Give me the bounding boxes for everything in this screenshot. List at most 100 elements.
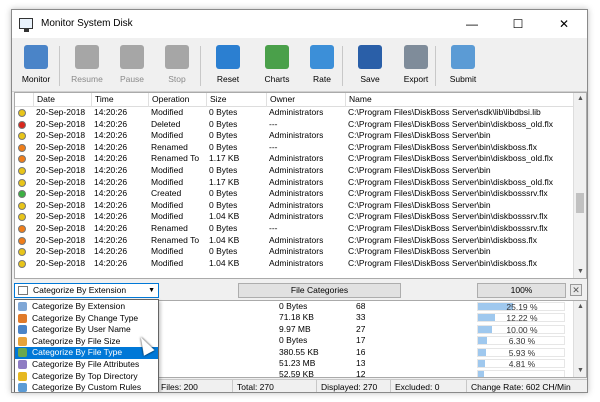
column-header-size[interactable]: Size (207, 93, 267, 107)
charts-button[interactable]: Charts (253, 41, 301, 89)
cell-date: 20-Sep-2018 (36, 246, 86, 257)
column-header-name[interactable]: Name (346, 93, 574, 107)
cell-name: C:\Program Files\DiskBoss Server\bin\dis… (348, 188, 548, 199)
category-option-icon (18, 360, 27, 369)
status-total: Total: 270 (233, 380, 317, 392)
resume-button[interactable]: Resume (63, 41, 111, 89)
title-bar[interactable]: Monitor System Disk — ☐ ✕ (12, 10, 587, 38)
cell-date: 20-Sep-2018 (36, 223, 86, 233)
scroll-thumb[interactable] (576, 193, 584, 213)
scroll-up-arrow-icon[interactable]: ▲ (574, 301, 586, 313)
cell-time: 14:20:26 (94, 176, 128, 187)
dropdown-option[interactable]: Categorize By Change Type (15, 313, 158, 325)
category-size: 0 Bytes (279, 335, 308, 346)
cell-owner: Administrators (269, 257, 324, 268)
category-percent-bar: 5.93 % (477, 347, 565, 357)
column-header-owner[interactable]: Owner (267, 93, 346, 107)
cell-op: Modified (151, 257, 184, 268)
category-count: 17 (356, 335, 366, 346)
cell-size: 0 Bytes (209, 165, 238, 175)
save-button[interactable]: Save (346, 41, 394, 89)
table-row[interactable]: 20-Sep-2018 14:20:26 Created 0 Bytes Adminis… (15, 188, 574, 200)
file-categories-button[interactable]: File Categories (238, 283, 401, 298)
scroll-down-arrow-icon[interactable]: ▼ (574, 365, 586, 377)
table-row[interactable]: 20-Sep-2018 14:20:26 Renamed 0 Bytes --- C:\P… (15, 223, 574, 235)
categorize-select[interactable]: Categorize By Extension ▼ (14, 283, 159, 298)
cell-op: Modified (151, 199, 184, 210)
dropdown-option[interactable]: Categorize By User Name (15, 324, 158, 336)
category-percent-bar (477, 370, 565, 377)
cell-time: 14:20:26 (94, 130, 128, 141)
cell-owner: Administrators (269, 211, 324, 222)
category-count: 68 (356, 301, 366, 311)
dropdown-option[interactable]: Categorize By File Attributes (15, 359, 158, 371)
table-row[interactable]: 20-Sep-2018 14:20:26 Modified 0 Bytes Admini… (15, 200, 574, 212)
cell-op: Modified (151, 130, 184, 141)
status-dot-icon (18, 213, 26, 222)
cell-date: 20-Sep-2018 (36, 234, 86, 245)
category-count: 33 (356, 312, 366, 323)
table-row[interactable]: 20-Sep-2018 14:20:26 Modified 0 Bytes Admini… (15, 165, 574, 177)
chevron-down-icon: ▼ (148, 287, 155, 294)
status-dot-icon (18, 248, 26, 257)
minimize-button[interactable]: — (449, 10, 495, 38)
dropdown-option[interactable]: Categorize By Custom Rules (15, 382, 158, 392)
submit-label: Submit (449, 74, 477, 84)
percent-header[interactable]: 100% (477, 283, 566, 298)
table-row[interactable]: 20-Sep-2018 14:20:26 Renamed To 1.04 KB Admi… (15, 235, 574, 247)
monitor-button[interactable]: Monitor (12, 41, 60, 89)
table-row[interactable]: 20-Sep-2018 14:20:26 Modified 1.04 KB Admini… (15, 211, 574, 223)
dropdown-option[interactable]: Categorize By File Type (15, 347, 158, 359)
table-row[interactable]: 20-Sep-2018 14:20:26 Modified 0 Bytes Admini… (15, 107, 574, 119)
grid-vertical-scrollbar[interactable]: ▲ ▼ (573, 93, 586, 278)
table-row[interactable]: 20-Sep-2018 14:20:26 Renamed To 1.17 KB Admi… (15, 153, 574, 165)
stop-icon (165, 45, 189, 69)
cell-time: 14:20:26 (94, 246, 128, 257)
close-button[interactable]: ✕ (541, 10, 587, 38)
close-categories-icon[interactable]: ✕ (570, 284, 582, 296)
export-button[interactable]: Export (392, 41, 440, 89)
column-header-status[interactable] (15, 93, 34, 107)
scroll-up-arrow-icon[interactable]: ▲ (574, 93, 586, 105)
table-row[interactable]: 20-Sep-2018 14:20:26 Deleted 0 Bytes --- C:\P… (15, 119, 574, 131)
status-dot-icon (18, 259, 26, 268)
submit-button[interactable]: Submit (439, 41, 487, 89)
cell-size: 0 Bytes (209, 223, 238, 233)
column-header-date[interactable]: Date (34, 93, 92, 107)
changes-grid[interactable]: Date Time Operation Size Owner Name 20-S… (14, 92, 587, 279)
table-row[interactable]: 20-Sep-2018 14:20:26 Modified 0 Bytes Admini… (15, 246, 574, 258)
dropdown-option[interactable]: Categorize By Top Directory (15, 371, 158, 383)
cell-size: 0 Bytes (209, 188, 238, 199)
categories-vertical-scrollbar[interactable]: ▲ ▼ (573, 301, 586, 377)
pause-icon (120, 45, 144, 69)
save-label: Save (360, 74, 380, 84)
rate-button[interactable]: Rate (298, 41, 346, 89)
pause-button[interactable]: Pause (108, 41, 156, 89)
charts-label: Charts (264, 74, 290, 84)
category-percent-label: 4.81 % (508, 359, 536, 369)
maximize-button[interactable]: ☐ (495, 10, 541, 38)
column-header-operation[interactable]: Operation (149, 93, 207, 107)
category-percent-fill (478, 371, 485, 377)
dropdown-option[interactable]: Categorize By Extension (15, 301, 158, 313)
cell-date: 20-Sep-2018 (36, 153, 86, 164)
reset-button[interactable]: Reset (204, 41, 252, 89)
stop-button[interactable]: Stop (153, 41, 201, 89)
table-row[interactable]: 20-Sep-2018 14:20:26 Renamed 0 Bytes --- C:\P… (15, 142, 574, 154)
dropdown-option-label: Categorize By File Attributes (32, 359, 140, 369)
column-header-time[interactable]: Time (92, 93, 149, 107)
cell-date: 20-Sep-2018 (36, 211, 86, 222)
category-count: 13 (356, 358, 366, 368)
cell-time: 14:20:26 (94, 153, 128, 164)
scroll-down-arrow-icon[interactable]: ▼ (574, 266, 586, 278)
table-row[interactable]: 20-Sep-2018 14:20:26 Modified 0 Bytes Admini… (15, 130, 574, 142)
status-dot-icon (18, 225, 26, 233)
cell-op: Renamed (151, 223, 188, 233)
cell-time: 14:20:26 (94, 257, 128, 268)
status-excluded: Excluded: 0 (391, 380, 467, 392)
status-dot-icon (18, 167, 26, 175)
cell-op: Modified (151, 211, 184, 222)
table-row[interactable]: 20-Sep-2018 14:20:26 Modified 1.04 KB Admini… (15, 258, 574, 270)
table-row[interactable]: 20-Sep-2018 14:20:26 Modified 1.17 KB Admini… (15, 177, 574, 189)
dropdown-option-label: Categorize By Extension (32, 301, 126, 311)
